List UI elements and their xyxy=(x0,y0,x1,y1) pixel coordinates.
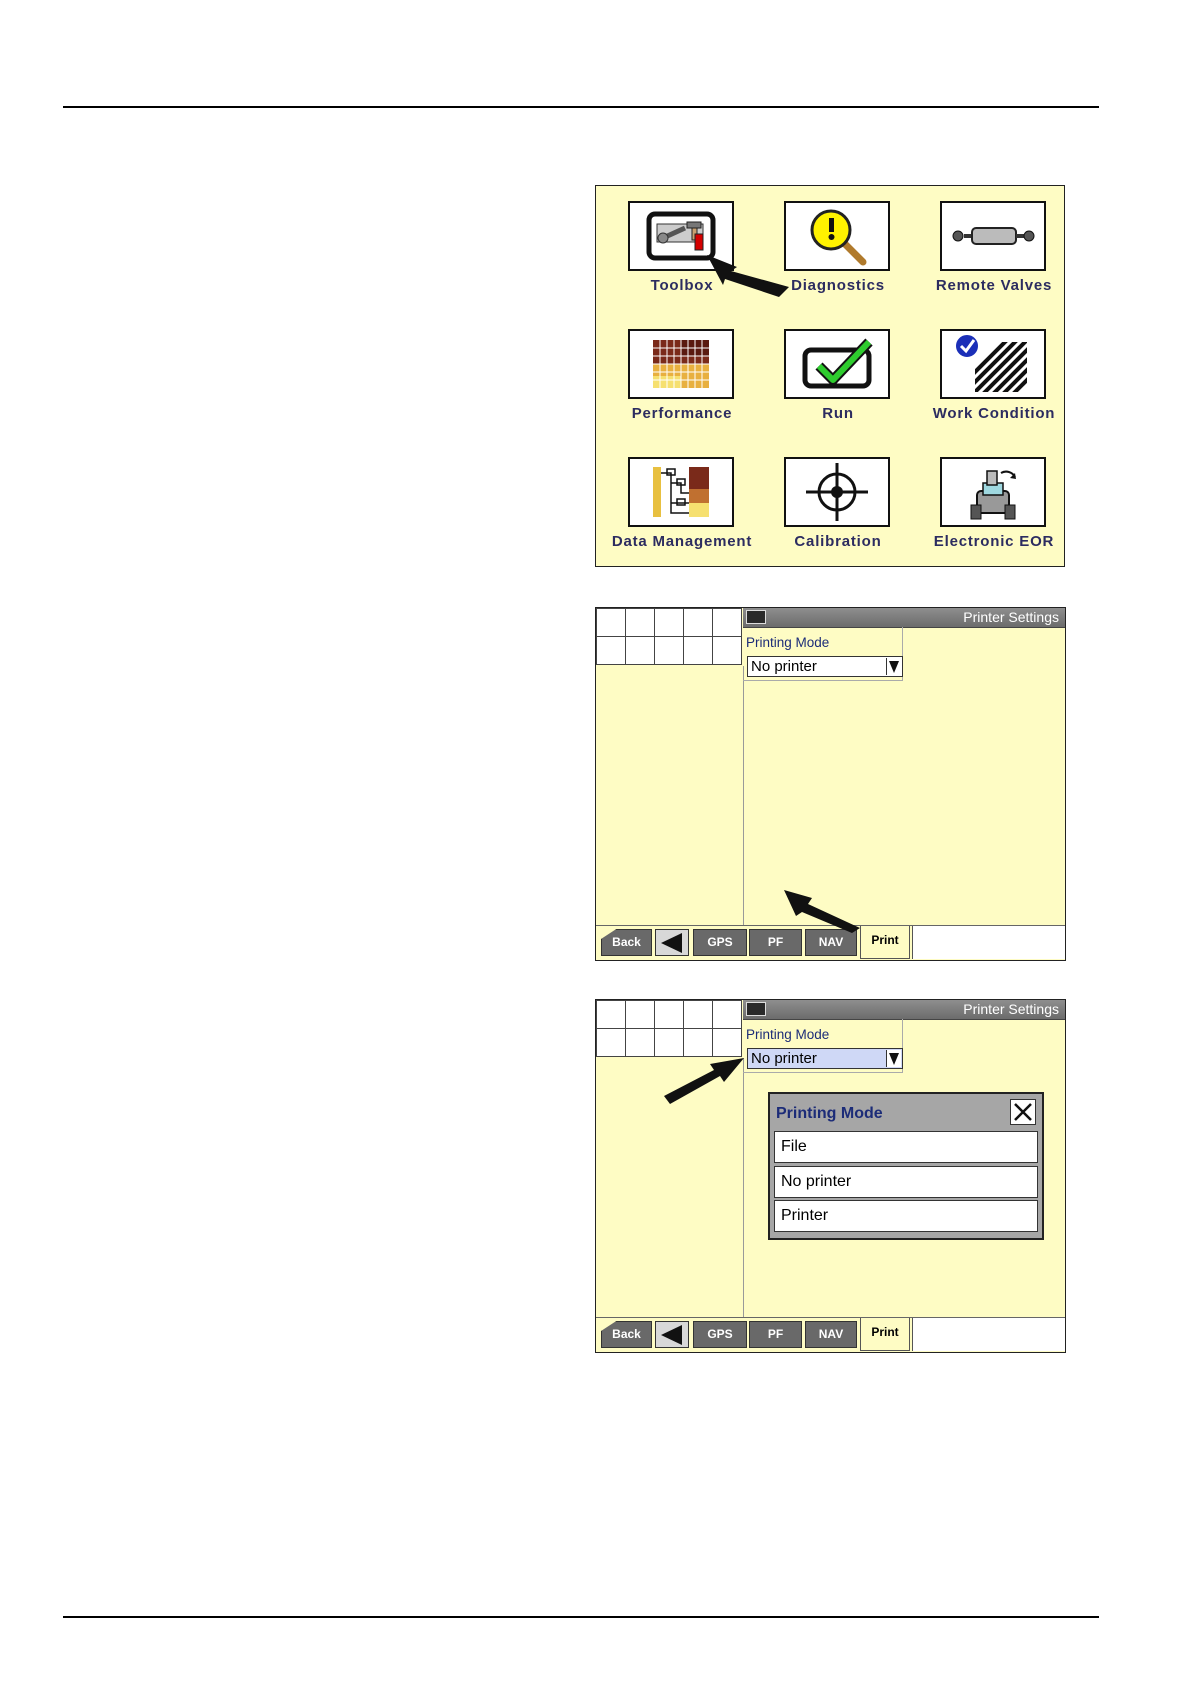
option-file[interactable]: File xyxy=(774,1131,1038,1163)
menu-item-label: Diagnostics xyxy=(791,277,885,294)
bottom-toolbar: Back GPS PF NAV Print xyxy=(596,1317,1065,1352)
print-tab[interactable]: Print xyxy=(860,926,910,959)
menu-item-label: Work Condition xyxy=(932,405,1056,422)
screen-title: Printer Settings xyxy=(963,609,1059,625)
printing-mode-value: No printer xyxy=(751,1050,817,1067)
menu-item-remote-valves[interactable]: Remote Valves xyxy=(916,186,1072,296)
menu-item-data-management[interactable]: Data Management xyxy=(604,442,760,552)
diagnostics-icon xyxy=(784,201,890,271)
left-triangle-icon xyxy=(661,1325,682,1345)
pf-button[interactable]: PF xyxy=(749,1321,802,1348)
option-printer[interactable]: Printer xyxy=(774,1200,1038,1232)
menu-item-label: Performance xyxy=(631,405,733,422)
menu-item-run[interactable]: Run xyxy=(760,314,916,424)
left-triangle-icon xyxy=(661,933,682,953)
menu-item-diagnostics[interactable]: Diagnostics xyxy=(760,186,916,296)
printing-mode-group: Printing Mode No printer xyxy=(743,627,903,681)
tab-strip-empty xyxy=(912,1318,1065,1351)
gps-button[interactable]: GPS xyxy=(693,1321,747,1348)
back-button[interactable]: Back xyxy=(601,1321,652,1348)
footer-rule xyxy=(63,1616,1099,1618)
menu-item-label: Toolbox xyxy=(650,277,714,294)
printer-settings-screen: Printer Settings Printing Mode No printe… xyxy=(595,607,1066,961)
screen-icon xyxy=(746,1002,766,1016)
electronic-eor-icon xyxy=(940,457,1046,527)
menu-item-work-condition[interactable]: Work Condition xyxy=(916,314,1072,424)
menu-item-performance[interactable]: Performance xyxy=(604,314,760,424)
left-pane xyxy=(596,1058,744,1318)
dropdown-arrow-icon[interactable] xyxy=(886,1050,901,1067)
printing-mode-dropdown[interactable]: No printer xyxy=(747,1048,903,1069)
title-bar: Printer Settings xyxy=(743,1000,1065,1020)
data-management-icon xyxy=(628,457,734,527)
close-icon[interactable] xyxy=(1010,1099,1036,1125)
back-button[interactable]: Back xyxy=(601,929,652,956)
menu-item-label: Remote Valves xyxy=(935,277,1053,294)
option-no-printer[interactable]: No printer xyxy=(774,1166,1038,1198)
menu-item-label: Calibration xyxy=(794,533,882,550)
pf-button[interactable]: PF xyxy=(749,929,802,956)
gps-button[interactable]: GPS xyxy=(693,929,747,956)
printing-mode-label: Printing Mode xyxy=(746,1027,830,1042)
status-grid xyxy=(596,1000,742,1057)
menu-item-label: Electronic EOR xyxy=(933,533,1055,550)
printing-mode-label: Printing Mode xyxy=(746,635,830,650)
performance-icon xyxy=(628,329,734,399)
printing-mode-value: No printer xyxy=(751,658,817,675)
nav-button[interactable]: NAV xyxy=(805,929,857,956)
calibration-crosshair-icon xyxy=(784,457,890,527)
menu-item-toolbox[interactable]: Toolbox xyxy=(604,186,760,296)
left-pane xyxy=(596,666,744,926)
print-tab[interactable]: Print xyxy=(860,1318,910,1351)
main-menu-screen: Toolbox Diagnostics Remote Valves Perfor… xyxy=(595,185,1065,567)
bottom-toolbar: Back GPS PF NAV Print xyxy=(596,925,1065,960)
work-condition-icon xyxy=(940,329,1046,399)
dialog-title: Printing Mode xyxy=(776,1105,883,1122)
menu-item-electronic-eor[interactable]: Electronic EOR xyxy=(916,442,1072,552)
previous-button[interactable] xyxy=(655,1321,689,1348)
title-bar: Printer Settings xyxy=(743,608,1065,628)
screen-icon xyxy=(746,610,766,624)
tab-strip-empty xyxy=(912,926,1065,959)
nav-button[interactable]: NAV xyxy=(805,1321,857,1348)
toolbox-icon xyxy=(628,201,734,271)
header-rule xyxy=(63,106,1099,108)
run-checkmark-icon xyxy=(784,329,890,399)
previous-button[interactable] xyxy=(655,929,689,956)
menu-item-label: Data Management xyxy=(611,533,753,550)
printing-mode-group: Printing Mode No printer xyxy=(743,1019,903,1073)
printing-mode-dialog: Printing Mode File No printer Printer xyxy=(768,1092,1044,1240)
menu-item-calibration[interactable]: Calibration xyxy=(760,442,916,552)
printer-settings-dialog-screen: Printer Settings Printing Mode No printe… xyxy=(595,999,1066,1353)
dropdown-arrow-icon[interactable] xyxy=(886,658,901,675)
status-grid xyxy=(596,608,742,665)
menu-item-label: Run xyxy=(822,405,854,422)
printing-mode-dropdown[interactable]: No printer xyxy=(747,656,903,677)
screen-title: Printer Settings xyxy=(963,1001,1059,1017)
remote-valves-icon xyxy=(940,201,1046,271)
